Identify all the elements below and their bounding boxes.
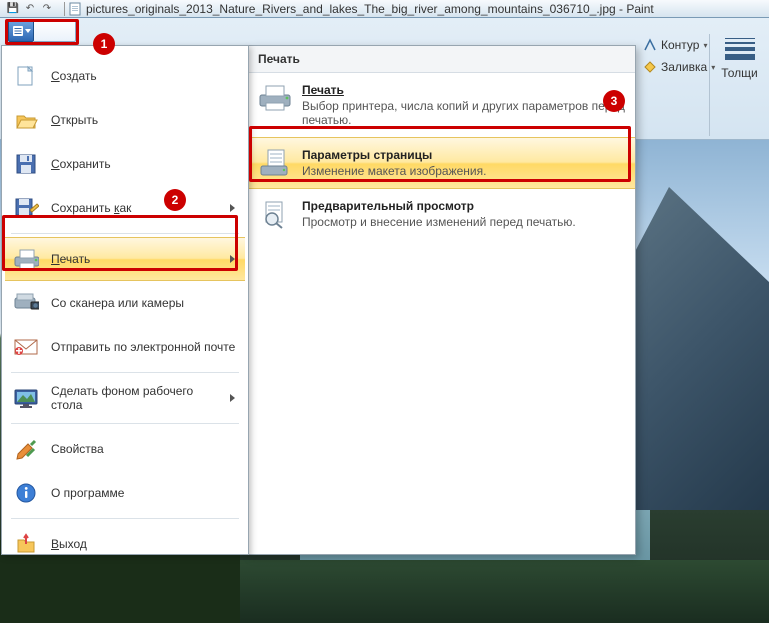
step-badge-1: 1	[93, 33, 115, 55]
menu-item-properties[interactable]: Свойства	[5, 427, 245, 471]
fill-label: Заливка	[661, 60, 707, 74]
submenu-print-desc: Выбор принтера, числа копий и других пар…	[302, 99, 625, 127]
app-menu-icon	[12, 25, 24, 37]
fill-icon	[643, 60, 657, 74]
submenu-preview-desc: Просмотр и внесение изменений перед печа…	[302, 215, 625, 229]
menu-item-print[interactable]: Печать	[5, 237, 245, 281]
printer-icon	[13, 246, 39, 272]
menu-label-email: Отправить по электронной почте	[51, 340, 237, 354]
menu-item-scanner[interactable]: Со сканера или камеры	[5, 281, 245, 325]
chevron-right-icon	[230, 255, 235, 263]
submenu-print-title: Печать	[302, 83, 625, 97]
file-menu: Создать Открыть Сохранить Сохранить как …	[1, 45, 249, 555]
exit-icon	[13, 531, 39, 557]
chevron-right-icon	[230, 204, 235, 212]
outline-icon	[643, 38, 657, 52]
fill-button[interactable]: Заливка ▾	[639, 58, 709, 76]
menu-item-create[interactable]: Создать	[5, 54, 245, 98]
qat-divider	[64, 2, 65, 16]
wallpaper-icon	[13, 385, 39, 411]
menu-item-about[interactable]: О программе	[5, 471, 245, 515]
scanner-icon	[13, 290, 39, 316]
menu-separator-4	[11, 518, 239, 519]
open-folder-icon	[13, 107, 39, 133]
background-trees-mid	[240, 560, 769, 623]
step-badge-3: 3	[603, 90, 625, 112]
qat-undo-icon[interactable]: ↶	[22, 1, 38, 17]
page-setup-icon	[258, 148, 292, 178]
outline-button[interactable]: Контур ▾	[639, 36, 709, 54]
properties-icon	[13, 436, 39, 462]
submenu-item-preview[interactable]: Предварительный просмотр Просмотр и внес…	[248, 189, 635, 239]
menu-label-wallpaper: Сделать фоном рабочего стола	[51, 384, 218, 412]
menu-item-email[interactable]: Отправить по электронной почте	[5, 325, 245, 369]
submenu-item-page-setup[interactable]: Параметры страницы Изменение макета изоб…	[248, 137, 635, 189]
window-title: pictures_originals_2013_Nature_Rivers_an…	[86, 2, 654, 16]
menu-item-saveas[interactable]: Сохранить как	[5, 186, 245, 230]
save-icon	[13, 151, 39, 177]
thickness-icon	[725, 38, 755, 60]
submenu-page-setup-title: Параметры страницы	[302, 148, 625, 162]
submenu-preview-title: Предварительный просмотр	[302, 199, 625, 213]
thickness-label: Толщи	[721, 66, 757, 80]
menu-label-about: О программе	[51, 486, 237, 500]
menu-label-open: Открыть	[51, 113, 237, 127]
ribbon-right-groups: Контур ▾ Заливка ▾ Толщи	[639, 30, 769, 140]
menu-separator-2	[11, 372, 239, 373]
printer-large-icon	[258, 83, 292, 113]
menu-label-exit: Выход	[51, 537, 237, 551]
qat-redo-icon[interactable]: ↷	[39, 1, 55, 17]
email-icon	[13, 334, 39, 360]
app-menu-button[interactable]	[8, 20, 34, 42]
preview-icon	[258, 199, 292, 229]
qat-save-icon[interactable]: 💾	[5, 1, 21, 17]
menu-label-saveas: Сохранить как	[51, 201, 218, 215]
ribbon-group-shapes: Контур ▾ Заливка ▾	[639, 30, 709, 140]
outline-label: Контур	[661, 38, 699, 52]
menu-item-exit[interactable]: Выход	[5, 522, 245, 566]
new-file-icon	[13, 63, 39, 89]
menu-separator-3	[11, 423, 239, 424]
menu-label-save: Сохранить	[51, 157, 237, 171]
print-submenu-header: Печать	[248, 46, 635, 73]
menu-label-create: Создать	[51, 69, 237, 83]
chevron-down-icon	[25, 29, 31, 33]
submenu-item-print[interactable]: Печать Выбор принтера, числа копий и дру…	[248, 73, 635, 137]
menu-label-print: Печать	[51, 252, 218, 266]
title-bar: 💾 ↶ ↷ pictures_originals_2013_Nature_Riv…	[0, 0, 769, 18]
menu-item-save[interactable]: Сохранить	[5, 142, 245, 186]
step-badge-2: 2	[164, 189, 186, 211]
recent-tab-button[interactable]	[34, 20, 76, 42]
menu-item-wallpaper[interactable]: Сделать фоном рабочего стола	[5, 376, 245, 420]
chevron-right-icon	[230, 394, 235, 402]
menu-separator-1	[11, 233, 239, 234]
submenu-page-setup-desc: Изменение макета изображения.	[302, 164, 625, 178]
ribbon-group-thickness[interactable]: Толщи	[710, 30, 769, 140]
document-icon	[68, 1, 84, 17]
menu-label-scanner: Со сканера или камеры	[51, 296, 237, 310]
info-icon	[13, 480, 39, 506]
save-as-icon	[13, 195, 39, 221]
qat-icons: 💾 ↶ ↷	[5, 1, 55, 17]
print-submenu: Печать Печать Выбор принтера, числа копи…	[248, 45, 636, 555]
menu-label-properties: Свойства	[51, 442, 237, 456]
menu-item-open[interactable]: Открыть	[5, 98, 245, 142]
